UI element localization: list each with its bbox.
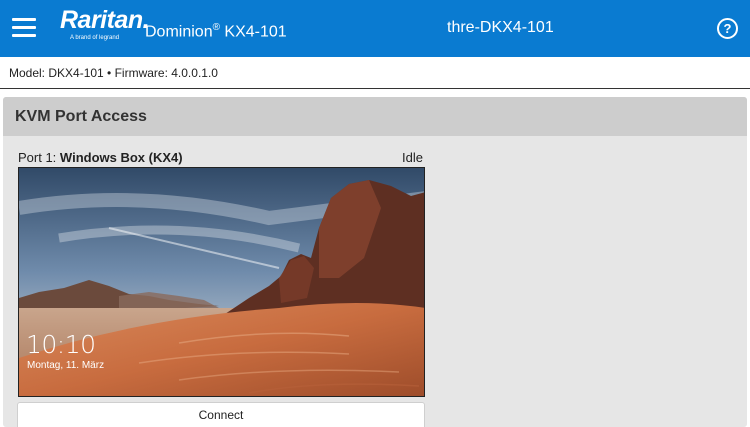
port-label: Port 1: Windows Box (KX4) — [18, 150, 183, 165]
model-firmware-text: Model: DKX4-101 • Firmware: 4.0.0.1.0 — [9, 66, 218, 80]
port-name: Windows Box (KX4) — [59, 150, 183, 165]
port-preview-thumbnail[interactable]: 10:10 Montag, 11. März — [18, 167, 425, 397]
product-title: Dominion® KX4-101 — [145, 22, 287, 41]
device-info-bar: Model: DKX4-101 • Firmware: 4.0.0.1.0 — [0, 57, 750, 89]
lockscreen-date: Montag, 11. März — [27, 360, 105, 371]
lockscreen-clock: 10:10 — [26, 330, 96, 359]
connect-button[interactable]: Connect — [17, 402, 425, 427]
port-status: Idle — [402, 150, 423, 165]
panel-title: KVM Port Access — [15, 108, 147, 125]
top-app-bar: Raritan. A brand of legrand Dominion® KX… — [0, 0, 750, 57]
device-name: thre-DKX4-101 — [447, 19, 554, 36]
panel-header: KVM Port Access — [3, 97, 747, 136]
help-icon[interactable]: ? — [717, 18, 738, 39]
menu-icon[interactable] — [12, 18, 36, 38]
raritan-logo: Raritan. A brand of legrand — [60, 6, 150, 41]
kvm-port-access-panel: KVM Port Access Port 1: Windows Box (KX4… — [3, 97, 747, 427]
